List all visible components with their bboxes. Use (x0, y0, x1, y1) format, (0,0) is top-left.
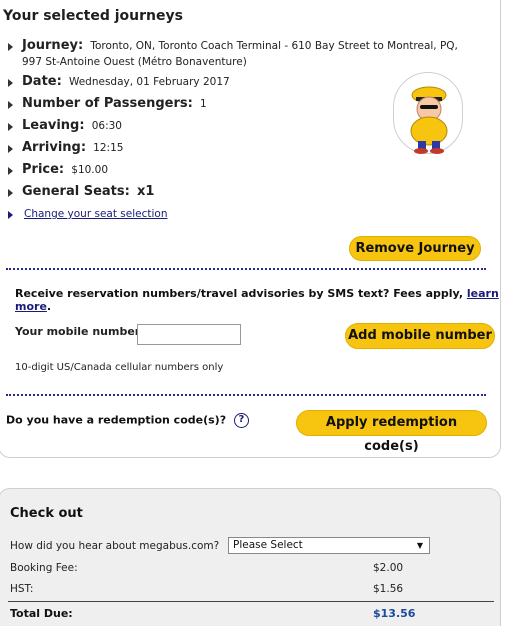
mobile-number-input[interactable] (137, 324, 241, 345)
mobile-number-label: Your mobile number (15, 325, 141, 338)
hst-value: $1.56 (373, 583, 404, 595)
change-seat-link[interactable]: Change your seat selection (24, 208, 168, 220)
sms-text: Receive reservation numbers/travel advis… (15, 287, 467, 300)
bullet-triangle-icon (8, 189, 13, 197)
section-title: Your selected journeys (3, 8, 183, 24)
divider (6, 394, 486, 396)
price-label: Price: (22, 162, 65, 177)
bullet-triangle-icon (8, 145, 13, 153)
passengers-value: 1 (199, 98, 207, 110)
chevron-down-icon: ▼ (416, 541, 423, 550)
bullet-triangle-icon (8, 167, 13, 175)
hst-label: HST: (10, 583, 34, 595)
journey-item: Journey: Toronto, ON, Toronto Coach Term… (8, 38, 478, 74)
mobile-number-hint: 10-digit US/Canada cellular numbers only (15, 362, 224, 373)
price-value: $10.00 (71, 164, 109, 176)
add-mobile-number-button[interactable]: Add mobile number (345, 323, 495, 349)
arriving-label: Arriving: (22, 140, 87, 155)
bullet-triangle-icon (8, 101, 13, 109)
date-value: Wednesday, 01 February 2017 (68, 76, 230, 88)
checkout-title: Check out (10, 506, 83, 521)
seats-value: x1 (136, 184, 155, 199)
bullet-triangle-icon (8, 43, 13, 51)
sms-period: . (46, 300, 52, 313)
bullet-triangle-icon (8, 79, 13, 87)
bullet-triangle-icon (8, 211, 13, 219)
arriving-value: 12:15 (93, 142, 124, 154)
leaving-label: Leaving: (22, 118, 85, 133)
change-seat-item: Change your seat selection (8, 206, 478, 226)
help-icon[interactable]: ? (233, 413, 249, 428)
remove-journey-button[interactable]: Remove Journey (349, 236, 481, 261)
redemption-question: Do you have a redemption code(s)? ? (6, 413, 249, 428)
total-due-value: $13.56 (373, 607, 416, 620)
price-item: Price: $10.00 (8, 162, 478, 184)
seats-label: General Seats: (22, 184, 130, 199)
hear-about-select[interactable]: Please Select ▼ (228, 537, 430, 554)
hear-about-select-value: Please Select (233, 539, 303, 551)
bullet-triangle-icon (8, 123, 13, 131)
apply-redemption-code-button[interactable]: Apply redemption code(s) (296, 410, 487, 454)
seats-item: General Seats: x1 (8, 184, 478, 206)
total-due-label: Total Due: (10, 607, 73, 620)
redemption-question-text: Do you have a redemption code(s)? (6, 413, 227, 427)
leaving-value: 06:30 (91, 120, 122, 132)
total-divider (8, 601, 494, 602)
sms-advisory-text: Receive reservation numbers/travel advis… (15, 287, 507, 313)
booking-fee-label: Booking Fee: (10, 562, 78, 574)
date-label: Date: (22, 74, 62, 89)
divider (6, 268, 486, 270)
hear-about-question: How did you hear about megabus.com? (10, 540, 220, 552)
journey-label: Journey: (22, 38, 84, 53)
journey-value: Toronto, ON, Toronto Coach Terminal - 61… (22, 40, 458, 68)
passengers-label: Number of Passengers: (22, 96, 193, 111)
megabus-mascot-icon (393, 72, 463, 154)
booking-fee-value: $2.00 (373, 562, 404, 574)
